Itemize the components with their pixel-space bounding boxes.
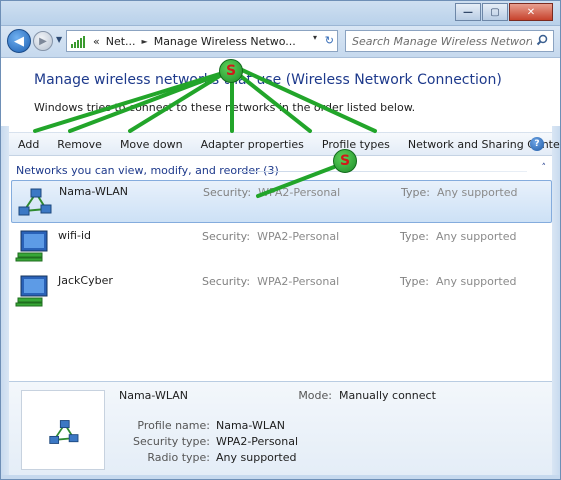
recent-pages-dropdown[interactable]: ▼	[56, 35, 62, 44]
wireless-network-icon	[18, 188, 52, 216]
help-icon[interactable]: ?	[530, 137, 544, 151]
details-radio-type-label: Radio type:	[147, 451, 210, 464]
caption-buttons: — ▢ ✕	[455, 3, 553, 21]
network-signal-icon	[71, 34, 87, 48]
details-security-type-value: WPA2-Personal	[216, 435, 299, 448]
title-bar: — ▢ ✕	[0, 0, 561, 26]
breadcrumb-separator-icon[interactable]: ►	[142, 37, 148, 46]
command-bar: Add Remove Move down Adapter properties …	[9, 132, 561, 156]
network-type: Type: Any supported	[401, 186, 518, 199]
page-header: Manage wireless networks that use (Wirel…	[0, 58, 561, 126]
details-radio-type-value: Any supported	[216, 451, 297, 464]
breadcrumb-manage-wireless[interactable]: Manage Wireless Netwo...	[154, 35, 296, 48]
remove-button[interactable]: Remove	[48, 138, 111, 151]
network-row-jackcyber[interactable]: JackCyber Security: WPA2-Personal Type: …	[11, 270, 552, 313]
navigation-bar: ◀ ▶ ▼ « Net... ► Manage Wireless Netwo..…	[0, 26, 561, 58]
annotation-badge: S	[333, 149, 357, 173]
group-header[interactable]: Networks you can view, modify, and reord…	[9, 163, 552, 179]
wireless-network-icon	[49, 420, 79, 444]
page-title: Manage wireless networks that use (Wirel…	[34, 72, 502, 88]
arrow-left-icon: ◀	[14, 33, 24, 49]
annotation-badge: S	[219, 59, 243, 83]
add-button[interactable]: Add	[9, 138, 48, 151]
network-security: Security: WPA2-Personal	[202, 275, 340, 288]
arrow-right-icon: ▶	[39, 35, 47, 47]
network-row-wifi-id[interactable]: wifi-id Security: WPA2-Personal Type: An…	[11, 225, 552, 268]
refresh-icon[interactable]: ↻	[325, 34, 334, 47]
minimize-button[interactable]: —	[455, 3, 481, 21]
network-type: Type: Any supported	[400, 230, 517, 243]
profile-types-button[interactable]: Profile types	[313, 138, 399, 151]
forward-button[interactable]: ▶	[33, 31, 53, 51]
network-row-nama-wlan[interactable]: Nama-WLAN Security: WPA2-Personal Type: …	[11, 180, 552, 223]
address-bar[interactable]: « Net... ► Manage Wireless Netwo... ▾ ↻	[66, 30, 338, 52]
search-input[interactable]	[352, 34, 532, 48]
details-profile-name-value: Nama-WLAN	[216, 419, 285, 432]
network-name: JackCyber	[58, 274, 113, 287]
search-icon[interactable]	[536, 34, 548, 46]
address-dropdown-icon[interactable]: ▾	[313, 33, 317, 42]
network-name: Nama-WLAN	[59, 185, 128, 198]
wireless-computer-icon	[15, 275, 48, 307]
details-pane: Nama-WLAN Mode: Manually connect Profile…	[9, 381, 552, 475]
collapse-group-icon[interactable]: ˄	[542, 163, 547, 173]
network-security: Security: WPA2-Personal	[202, 230, 340, 243]
network-list: Networks you can view, modify, and reord…	[9, 157, 552, 381]
history-chevron[interactable]: «	[93, 35, 100, 48]
back-button[interactable]: ◀	[7, 29, 31, 53]
details-mode-label: Mode:	[298, 389, 332, 402]
details-profile-name-label: Profile name:	[137, 419, 210, 432]
adapter-properties-button[interactable]: Adapter properties	[192, 138, 313, 151]
breadcrumb-network[interactable]: Net...	[106, 35, 136, 48]
details-mode-value: Manually connect	[339, 389, 436, 402]
move-down-button[interactable]: Move down	[111, 138, 192, 151]
details-network-name: Nama-WLAN	[119, 389, 188, 402]
network-security: Security: WPA2-Personal	[203, 186, 341, 199]
wireless-computer-icon	[15, 230, 48, 262]
group-divider	[239, 171, 527, 172]
network-type: Type: Any supported	[400, 275, 517, 288]
window-frame-bottom	[0, 475, 561, 480]
maximize-button[interactable]: ▢	[482, 3, 508, 21]
details-thumbnail	[21, 390, 105, 470]
details-security-type-label: Security type:	[133, 435, 210, 448]
page-description: Windows tries to connect to these networ…	[34, 101, 416, 114]
search-box[interactable]	[345, 30, 554, 52]
network-name: wifi-id	[58, 229, 91, 242]
close-button[interactable]: ✕	[509, 3, 553, 21]
